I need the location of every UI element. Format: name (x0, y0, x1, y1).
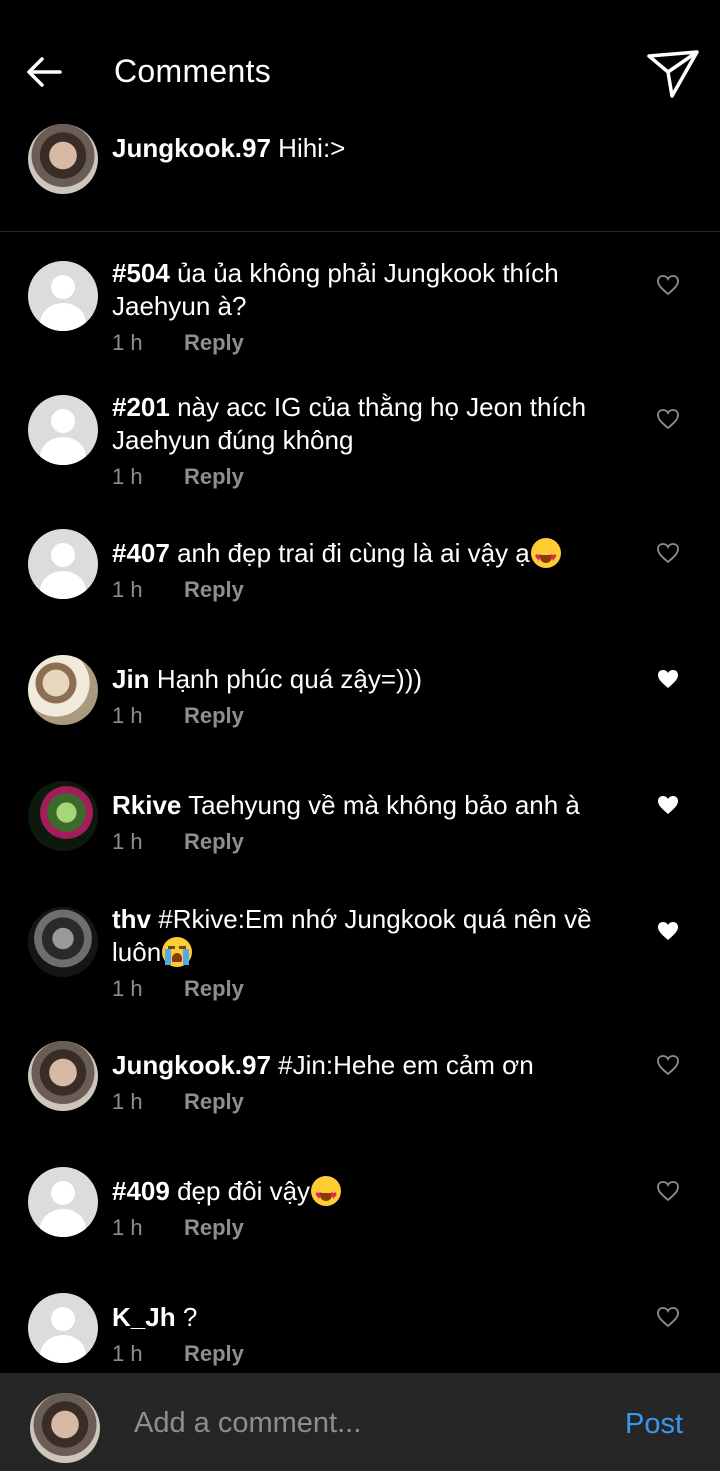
reply-button[interactable]: Reply (184, 1089, 244, 1114)
reply-button[interactable]: Reply (184, 829, 244, 854)
comment-input[interactable] (134, 1403, 594, 1443)
timestamp: 1 h (112, 1215, 143, 1240)
heart-outline-icon[interactable] (656, 1306, 680, 1328)
default-avatar-icon[interactable] (28, 261, 98, 331)
heart-outline-icon[interactable] (656, 1180, 680, 1202)
comment-body: Hạnh phúc quá zậy=))) (156, 664, 423, 694)
username[interactable]: #409 (112, 1176, 170, 1206)
timestamp: 1 h (112, 703, 143, 728)
default-avatar-icon[interactable] (28, 395, 98, 465)
username[interactable]: Jin (112, 664, 150, 694)
header: Comments (0, 0, 720, 130)
comment-body: Taehyung về mà không bảo anh à (188, 790, 580, 820)
comment-composer: Post (0, 1373, 720, 1471)
heart-outline-icon[interactable] (656, 1054, 680, 1076)
comment-body: ủa ủa không phải Jungkook thích Jaehyun … (112, 258, 559, 321)
comment-meta: 1 h Reply (112, 1341, 244, 1367)
comment-meta: 1 h Reply (112, 330, 244, 356)
comment-meta: 1 h Reply (112, 577, 244, 603)
comment-text: Rkive Taehyung về mà không bảo anh à (112, 789, 632, 822)
comment-meta: 1 h Reply (112, 464, 244, 490)
heart-eyes-emoji (311, 1176, 342, 1212)
post-caption: Jungkook.97 Hihi:> (0, 118, 720, 232)
comment-text: thv #Rkive:Em nhớ Jungkook quá nên về lu… (112, 903, 632, 969)
username[interactable]: Rkive (112, 790, 181, 820)
timestamp: 1 h (112, 577, 143, 602)
loudly-crying-emoji (162, 937, 193, 967)
post-button[interactable]: Post (625, 1408, 683, 1441)
username[interactable]: #201 (112, 392, 170, 422)
comment-text: #504 ủa ủa không phải Jungkook thích Jae… (112, 257, 632, 323)
comment-body: #Jin:Hehe em cảm ơn (278, 1050, 534, 1080)
default-avatar-icon[interactable] (28, 529, 98, 599)
reply-button[interactable]: Reply (184, 577, 244, 602)
heart-filled-icon[interactable] (656, 668, 680, 690)
avatar[interactable] (28, 907, 98, 977)
comment-meta: 1 h Reply (112, 1089, 244, 1115)
reply-button[interactable]: Reply (184, 330, 244, 355)
timestamp: 1 h (112, 1341, 143, 1366)
heart-outline-icon[interactable] (656, 274, 680, 296)
avatar (30, 1393, 100, 1463)
avatar[interactable] (28, 655, 98, 725)
username[interactable]: thv (112, 904, 151, 934)
default-avatar-icon[interactable] (28, 1293, 98, 1363)
avatar[interactable] (28, 1041, 98, 1111)
comment-body: đẹp đôi vậy (177, 1176, 311, 1206)
default-avatar-icon[interactable] (28, 1167, 98, 1237)
comment-meta: 1 h Reply (112, 1215, 244, 1241)
comment-text: #201 này acc IG của thằng họ Jeon thích … (112, 391, 632, 457)
username[interactable]: K_Jh (112, 1302, 176, 1332)
comment-text: #407 anh đẹp trai đi cùng là ai vậy ạ (112, 537, 632, 574)
reply-button[interactable]: Reply (184, 1341, 244, 1366)
reply-button[interactable]: Reply (184, 1215, 244, 1240)
heart-eyes-emoji (530, 538, 561, 574)
comment-text: Jungkook.97 #Jin:Hehe em cảm ơn (112, 1049, 632, 1082)
comment-text: Jin Hạnh phúc quá zậy=))) (112, 663, 632, 696)
reply-button[interactable]: Reply (184, 976, 244, 1001)
avatar[interactable] (28, 781, 98, 851)
page-title: Comments (114, 53, 272, 89)
comment-body: ? (182, 1302, 198, 1332)
timestamp: 1 h (112, 976, 143, 1001)
timestamp: 1 h (112, 1089, 143, 1114)
paper-plane-icon[interactable] (646, 48, 700, 100)
timestamp: 1 h (112, 464, 143, 489)
username[interactable]: Jungkook.97 (112, 1050, 271, 1080)
caption-body: Hihi:> (278, 133, 346, 163)
username[interactable]: Jungkook.97 (112, 133, 271, 163)
back-arrow-icon[interactable] (24, 52, 64, 92)
caption-text: Jungkook.97 Hihi:> (112, 132, 632, 165)
comment-text: #409 đẹp đôi vậy (112, 1175, 632, 1212)
heart-filled-icon[interactable] (656, 794, 680, 816)
reply-button[interactable]: Reply (184, 703, 244, 728)
timestamp: 1 h (112, 829, 143, 854)
reply-button[interactable]: Reply (184, 464, 244, 489)
comment-meta: 1 h Reply (112, 829, 244, 855)
heart-outline-icon[interactable] (656, 408, 680, 430)
username[interactable]: #407 (112, 538, 170, 568)
avatar[interactable] (28, 124, 98, 194)
comment-meta: 1 h Reply (112, 976, 244, 1002)
comment-body: này acc IG của thằng họ Jeon thích Jaehy… (112, 392, 587, 455)
comment-text: K_Jh ? (112, 1301, 632, 1334)
timestamp: 1 h (112, 330, 143, 355)
username[interactable]: #504 (112, 258, 170, 288)
heart-filled-icon[interactable] (656, 920, 680, 942)
comment-body: anh đẹp trai đi cùng là ai vậy ạ (177, 538, 530, 568)
heart-outline-icon[interactable] (656, 542, 680, 564)
comment-meta: 1 h Reply (112, 703, 244, 729)
